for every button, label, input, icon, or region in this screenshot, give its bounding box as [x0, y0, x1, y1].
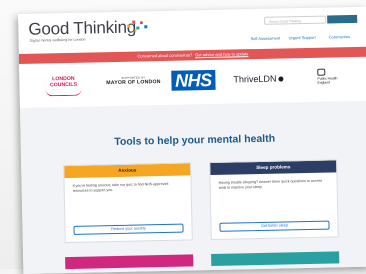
logo-arc: [45, 88, 82, 97]
reduce-anxiety-button[interactable]: Reduce your anxiety: [73, 223, 184, 235]
nav-self-assessment[interactable]: Self Assessment: [251, 36, 281, 42]
thrive-ldn-logo: ThriveLDN: [233, 73, 284, 85]
page-title: Tools to help your mental health: [114, 132, 276, 149]
logo-text: COUNCILS: [49, 81, 78, 89]
card-sleep-problems: Sleep problems Having trouble sleeping? …: [209, 159, 339, 241]
card-header-peek[interactable]: [65, 254, 194, 270]
card-title: Anxious: [64, 163, 191, 179]
nhs-logo: NHS: [171, 69, 216, 91]
search-input[interactable]: Search Good Thinking: [264, 15, 327, 25]
card-anxious: Anxious If you're feeling anxious, take …: [63, 162, 193, 244]
search-button[interactable]: [327, 14, 358, 24]
banner-link[interactable]: Get advice and how to update: [195, 51, 248, 57]
london-councils-logo: LONDON COUNCILS: [43, 76, 83, 97]
main-content: Tools to help your mental health Anxious…: [19, 100, 366, 274]
tagline: Digital mental wellbeing for London: [29, 37, 86, 43]
public-health-england-logo: Public Health England: [317, 68, 353, 85]
sparkle-logo-icon: [127, 20, 148, 32]
browser-page: Good Thinking Digital mental wellbeing f…: [18, 6, 366, 274]
card-title: Sleep problems: [210, 160, 337, 176]
logo-text: LDN: [258, 73, 277, 84]
public-health-crest-icon: [317, 68, 326, 76]
card-text: If you're feeling anxious, take our quiz…: [72, 181, 169, 194]
card-text: Having trouble sleeping? Answer three qu…: [218, 178, 323, 191]
card-header-peek[interactable]: [211, 251, 340, 267]
logo-text: MAYOR OF LONDON: [106, 79, 161, 87]
better-sleep-button[interactable]: Get better sleep: [219, 220, 330, 232]
brand-logo[interactable]: Good Thinking: [28, 18, 136, 40]
banner-text: Concerned about coronavirus?: [137, 52, 193, 59]
nav-urgent-support[interactable]: Urgent Support: [289, 35, 316, 41]
logo-text: England: [317, 80, 330, 85]
logo-text: Thrive: [233, 73, 259, 85]
nav-coronavirus[interactable]: Coronavirus: [328, 34, 350, 39]
thrive-dot-icon: [278, 76, 284, 82]
mayor-of-london-logo: SUPPORTED BY MAYOR OF LONDON: [103, 76, 163, 86]
partner-logos: LONDON COUNCILS SUPPORTED BY MAYOR OF LO…: [19, 58, 366, 108]
